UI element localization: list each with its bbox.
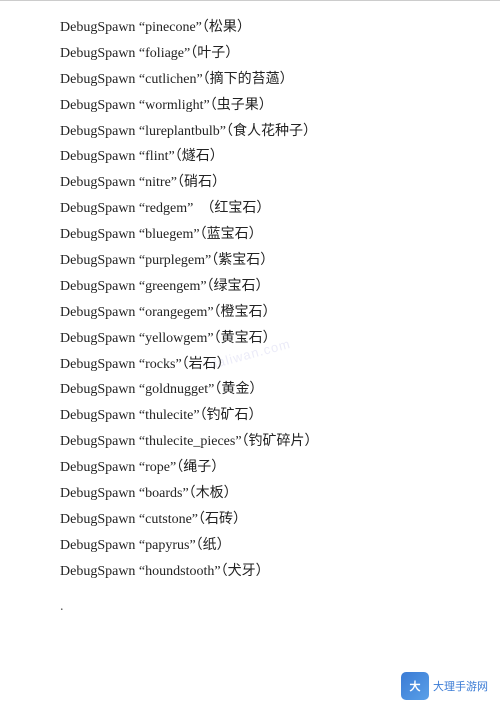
debug-line-11: DebugSpawn “orangegem”（橙宝石） bbox=[60, 300, 440, 326]
debug-line-21: DebugSpawn “houndstooth”（犬牙） bbox=[60, 559, 440, 585]
content-area: DebugSpawn “pinecone”（松果）DebugSpawn “fol… bbox=[0, 9, 500, 595]
debug-line-19: DebugSpawn “cutstone”（石砖） bbox=[60, 507, 440, 533]
debug-line-3: DebugSpawn “wormlight”（虫子果） bbox=[60, 93, 440, 119]
debug-line-5: DebugSpawn “flint”（燧石） bbox=[60, 144, 440, 170]
debug-line-0: DebugSpawn “pinecone”（松果） bbox=[60, 15, 440, 41]
debug-line-10: DebugSpawn “greengem”（绿宝石） bbox=[60, 274, 440, 300]
logo-label: 大理手游网 bbox=[433, 678, 488, 694]
top-divider bbox=[0, 0, 500, 1]
debug-line-14: DebugSpawn “goldnugget”（黄金） bbox=[60, 377, 440, 403]
debug-line-16: DebugSpawn “thulecite_pieces”（钓矿碎片） bbox=[60, 429, 440, 455]
debug-line-2: DebugSpawn “cutlichen”（摘下的苔薖） bbox=[60, 67, 440, 93]
bottom-dot: . bbox=[0, 599, 500, 615]
debug-line-9: DebugSpawn “purplegem”（紫宝石） bbox=[60, 248, 440, 274]
logo-icon: 大 bbox=[401, 672, 429, 700]
debug-line-7: DebugSpawn “redgem” （红宝石） bbox=[60, 196, 440, 222]
debug-line-1: DebugSpawn “foliage”（叶子） bbox=[60, 41, 440, 67]
debug-line-13: DebugSpawn “rocks”（岩石） bbox=[60, 352, 440, 378]
debug-line-18: DebugSpawn “boards”（木板） bbox=[60, 481, 440, 507]
debug-line-8: DebugSpawn “bluegem”（蓝宝石） bbox=[60, 222, 440, 248]
debug-line-4: DebugSpawn “lureplantbulb”（食人花种子） bbox=[60, 119, 440, 145]
logo-area: 大 大理手游网 bbox=[401, 672, 488, 700]
debug-line-15: DebugSpawn “thulecite”（钓矿石） bbox=[60, 403, 440, 429]
debug-line-6: DebugSpawn “nitre”（硝石） bbox=[60, 170, 440, 196]
debug-line-17: DebugSpawn “rope”（绳子） bbox=[60, 455, 440, 481]
debug-line-20: DebugSpawn “papyrus”（纸） bbox=[60, 533, 440, 559]
debug-line-12: DebugSpawn “yellowgem”（黄宝石） bbox=[60, 326, 440, 352]
